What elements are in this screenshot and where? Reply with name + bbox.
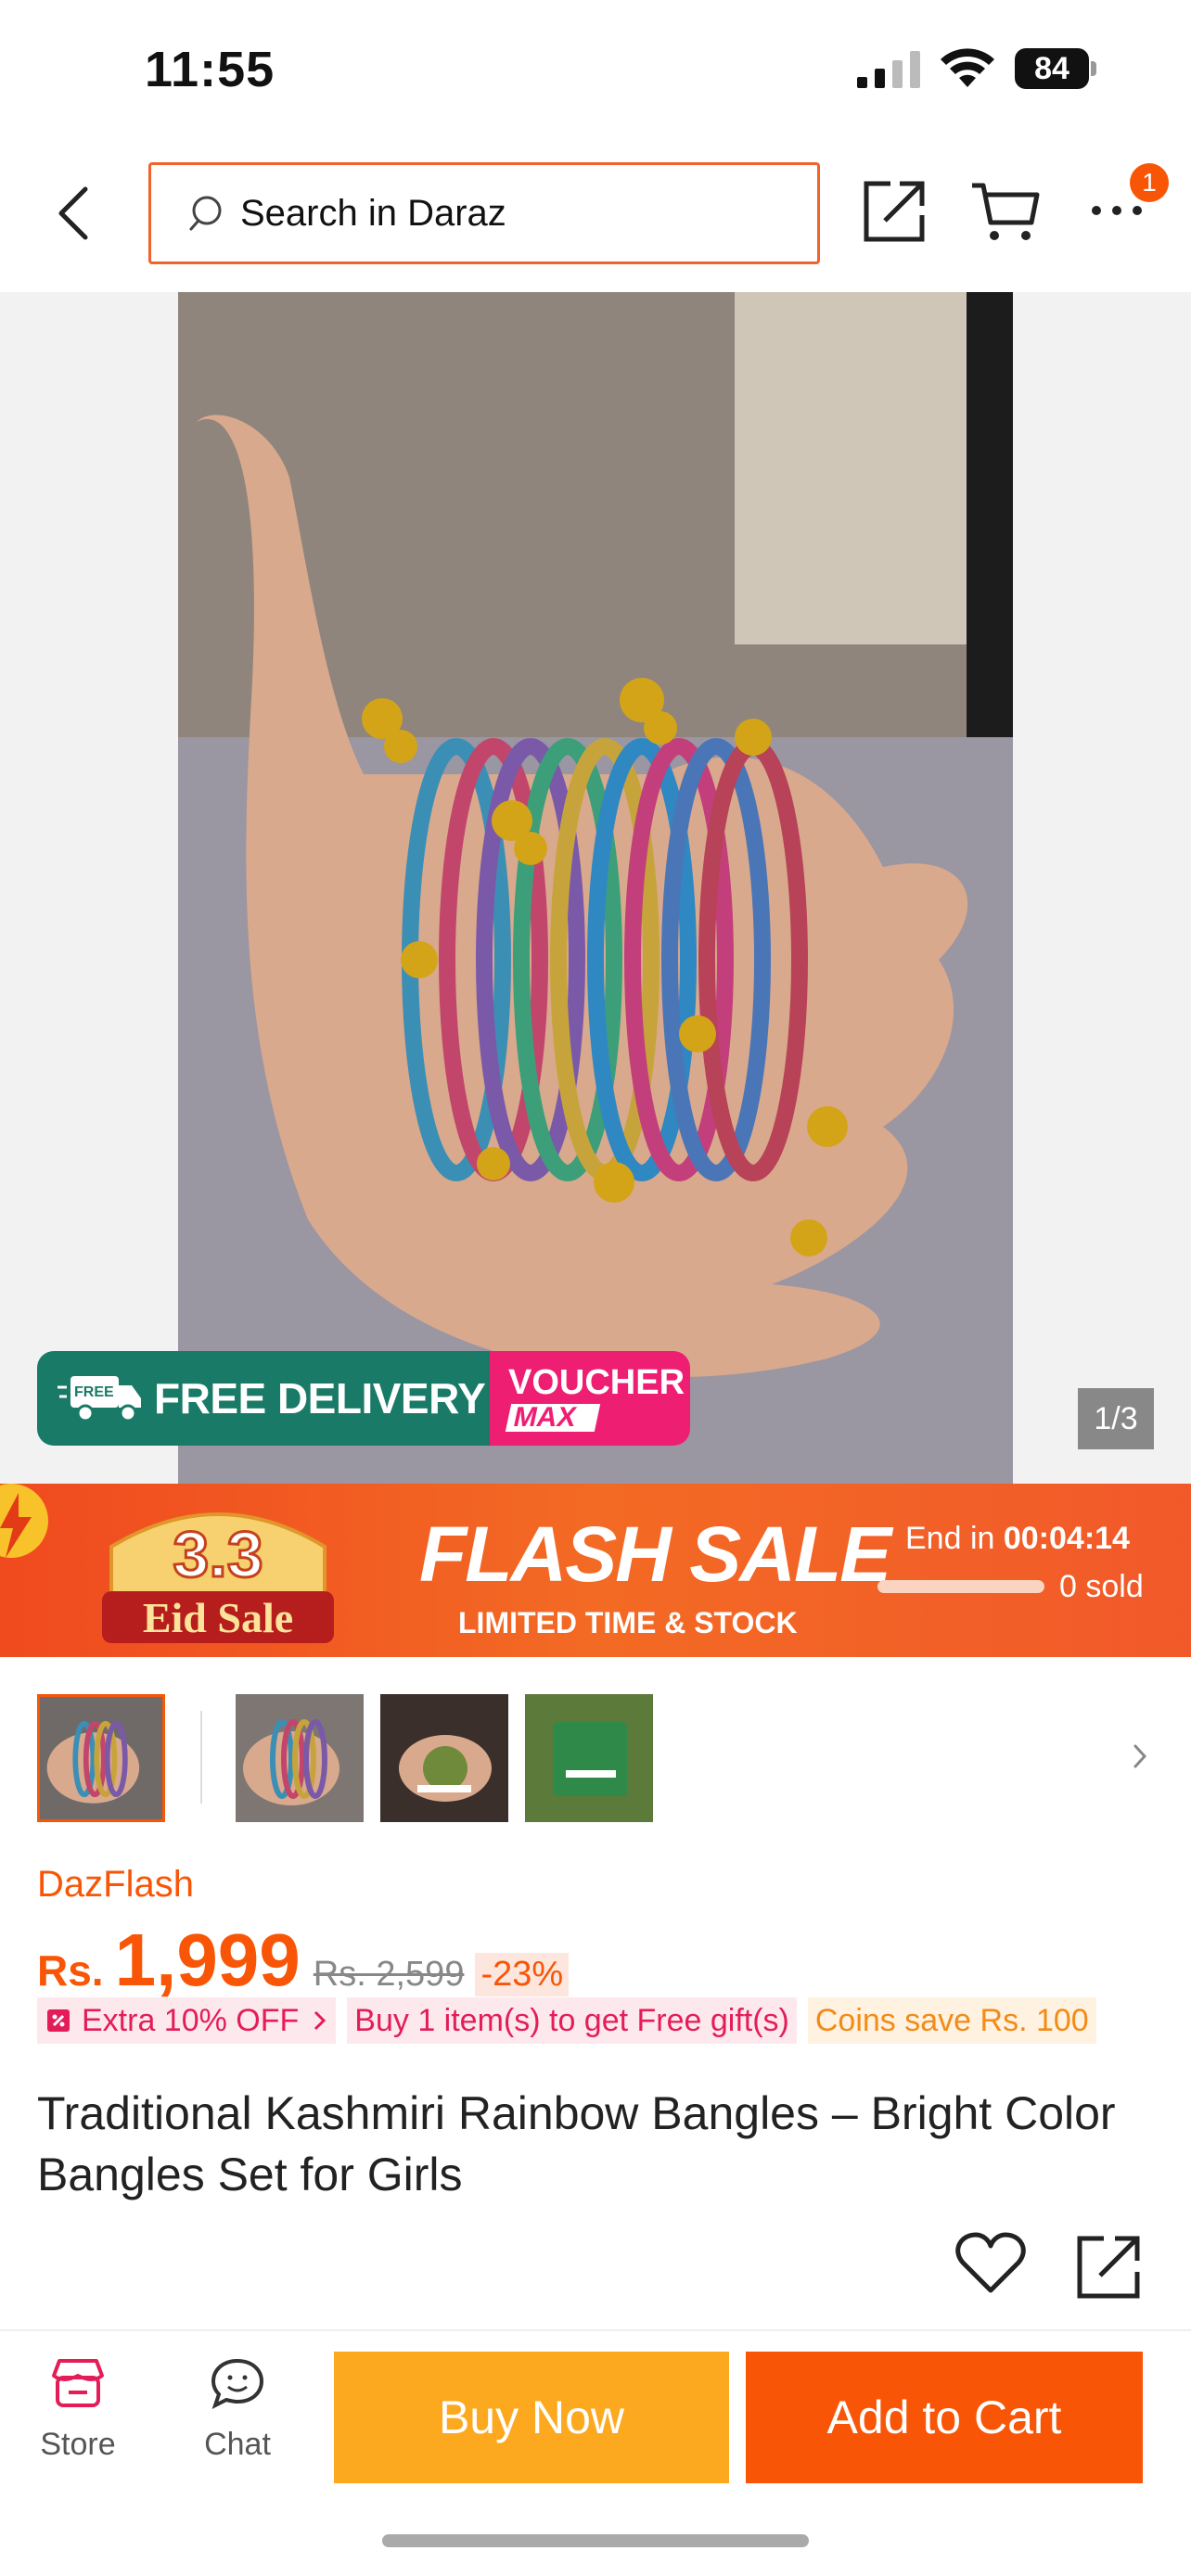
- chat-tab[interactable]: Chat: [186, 2357, 289, 2463]
- store-name[interactable]: DazFlash: [37, 1864, 194, 1906]
- share-icon[interactable]: [1076, 2233, 1143, 2300]
- image-counter: 1/3: [1078, 1388, 1154, 1449]
- lightning-icon: [0, 1484, 48, 1558]
- chevron-right-icon: [314, 2010, 327, 2031]
- current-price: 1,999: [114, 1919, 301, 2001]
- extra-off-label: Extra 10% OFF: [82, 2002, 300, 2038]
- share-icon[interactable]: [863, 178, 928, 243]
- store-tab[interactable]: Store: [26, 2357, 130, 2463]
- add-to-cart-button[interactable]: Add to Cart: [746, 2352, 1143, 2483]
- thumbnail-strip: [0, 1657, 1191, 1833]
- thumbnail-1[interactable]: [37, 1694, 165, 1822]
- eid-badge-top: 3.3: [173, 1518, 263, 1590]
- voucher-label: VOUCHER: [508, 1363, 685, 1402]
- battery-level: 84: [1015, 48, 1089, 89]
- thumbnail-2[interactable]: [236, 1694, 364, 1822]
- search-input[interactable]: Search in Daraz: [148, 162, 820, 264]
- voucher-max-label: MAX: [505, 1402, 601, 1433]
- free-delivery-badge: FREE FREE DELIVERY: [37, 1351, 490, 1446]
- flash-sale-banner[interactable]: 3.3 Eid Sale FLASH SALE LIMITED TIME & S…: [0, 1484, 1191, 1657]
- status-time: 11:55: [145, 42, 275, 97]
- search-icon: [189, 196, 222, 231]
- currency: Rs.: [37, 1946, 104, 1995]
- promo-banner: FREE FREE DELIVERY VOUCHER MAX: [37, 1351, 690, 1446]
- ticket-icon: [47, 2009, 70, 2032]
- wifi-icon: [941, 48, 994, 87]
- countdown-label: End in: [905, 1521, 995, 1556]
- extra-off-tag[interactable]: Extra 10% OFF: [37, 1997, 337, 2044]
- original-price: Rs. 2,599: [313, 1955, 465, 1994]
- product-image-gallery[interactable]: FREE FREE DELIVERY VOUCHER MAX 1/3: [0, 292, 1191, 1484]
- cellular-signal-icon: [857, 51, 920, 88]
- more-options-icon[interactable]: [1091, 204, 1143, 217]
- thumbnail-3[interactable]: [380, 1694, 508, 1822]
- discount-badge: -23%: [475, 1953, 570, 1996]
- store-label: Store: [40, 2427, 116, 2462]
- back-arrow-icon[interactable]: [52, 184, 95, 243]
- chat-label: Chat: [204, 2427, 271, 2462]
- store-icon: [52, 2359, 104, 2407]
- promo-tags: Extra 10% OFF Buy 1 item(s) to get Free …: [37, 1997, 1096, 2044]
- eid-badge-bottom: Eid Sale: [143, 1594, 293, 1641]
- product-photo: [178, 292, 1013, 1484]
- search-placeholder: Search in Daraz: [240, 192, 506, 234]
- delivery-truck-icon: FREE: [58, 1376, 141, 1422]
- notification-badge: 1: [1130, 163, 1169, 202]
- price-row: Rs. 1,999 Rs. 2,599 -23%: [37, 1918, 570, 2001]
- voucher-max-badge: VOUCHER MAX: [490, 1351, 690, 1446]
- flash-sale-title: FLASH SALE: [419, 1511, 891, 1598]
- flash-sale-subtitle: LIMITED TIME & STOCK: [458, 1606, 798, 1639]
- sold-progress-bar: [877, 1580, 1044, 1593]
- home-indicator[interactable]: [382, 2534, 809, 2547]
- status-bar: 11:55 84: [0, 0, 1191, 139]
- free-gift-tag[interactable]: Buy 1 item(s) to get Free gift(s): [347, 1997, 797, 2044]
- eid-sale-badge: 3.3 Eid Sale: [102, 1512, 334, 1643]
- battery-icon: 84: [1015, 48, 1096, 89]
- thumbnail-4[interactable]: [525, 1694, 653, 1822]
- sold-count: 0 sold: [1059, 1569, 1144, 1604]
- chevron-right-icon[interactable]: [1132, 1741, 1150, 1772]
- heart-icon[interactable]: [955, 2231, 1026, 2296]
- flash-sale-countdown: End in 00:04:14: [905, 1521, 1130, 1557]
- free-word: FREE: [74, 1384, 114, 1400]
- free-delivery-label: FREE DELIVERY: [154, 1374, 486, 1422]
- buy-now-button[interactable]: Buy Now: [334, 2352, 729, 2483]
- countdown-value: 00:04:14: [1003, 1521, 1130, 1556]
- coins-tag[interactable]: Coins save Rs. 100: [807, 1997, 1096, 2044]
- chat-icon: [211, 2358, 264, 2409]
- thumbnail-divider: [200, 1711, 202, 1804]
- product-title: Traditional Kashmiri Rainbow Bangles – B…: [37, 2087, 1116, 2200]
- top-nav: Search in Daraz 1: [0, 139, 1191, 292]
- cart-icon[interactable]: [970, 180, 1041, 243]
